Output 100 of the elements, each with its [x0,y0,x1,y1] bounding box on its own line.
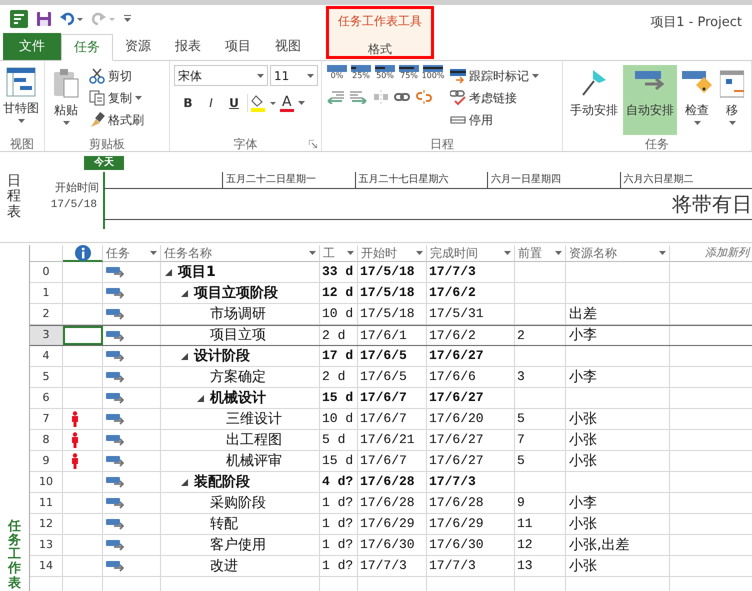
caret-icon [62,121,70,125]
customize-icon[interactable] [124,14,132,22]
percent-complete-button[interactable]: 50% [374,65,396,80]
bold-button[interactable]: B [178,94,198,112]
percent-complete-button[interactable]: 0% [326,65,348,80]
row-number[interactable]: 14 [30,556,63,576]
paintbrush-icon [89,112,105,128]
finish-date: 17/6/30 [429,536,484,554]
ribbon-button[interactable]: 检查 [679,65,715,135]
percent-complete-button[interactable]: 100% [422,65,444,80]
collapse-arrow-icon[interactable] [181,478,188,486]
caret-icon [728,121,736,125]
row-number[interactable]: 2 [30,304,63,324]
task-name: 机械设计 [210,388,266,408]
file-tab[interactable]: 文件 [3,33,61,60]
row-number[interactable]: 9 [30,451,63,471]
ribbon-tab[interactable]: 格式 [360,38,400,60]
underline-button[interactable]: U [224,94,244,112]
collapse-arrow-icon[interactable] [181,352,188,360]
finish-date: 17/6/27 [429,431,484,450]
row-number[interactable]: 13 [30,535,63,555]
collapse-arrow-icon[interactable] [181,290,188,296]
italic-button[interactable]: I [201,94,221,112]
resource-name: 小张 [569,452,597,470]
outdent-icon[interactable] [326,90,344,104]
timeline-bar: 将带有日 [103,188,752,220]
row-number[interactable]: 5 [30,367,63,387]
undo-icon[interactable] [60,12,84,26]
row-number[interactable]: 7 [30,409,63,429]
finish-date: 17/5/31 [429,305,484,324]
dialog-launcher-icon[interactable] [309,140,317,148]
resource-name: 小李 [569,368,597,386]
percent-complete-button[interactable]: 75% [398,65,420,80]
collapse-arrow-icon[interactable] [197,394,204,402]
ribbon-button[interactable]: 剪切 [87,65,146,87]
progress-bar-icon [423,65,443,72]
row-number[interactable]: 0 [30,262,63,282]
progress-bar-icon [399,65,419,72]
column-header[interactable]: 工 [320,245,358,262]
caret-icon [416,251,423,255]
ribbon-tab[interactable]: 报表 [163,33,213,60]
clipboard-icon [52,67,80,99]
predecessor-value: 5 [517,410,525,428]
save-icon[interactable] [36,10,52,26]
row-number[interactable]: 6 [30,388,63,408]
caret-icon [135,96,142,100]
task-mode-icon [106,497,124,509]
font-size-field[interactable]: 11 [270,65,318,86]
ribbon-tab[interactable]: 项目 [213,33,263,60]
indicator-cell[interactable] [63,326,103,345]
ribbon-button[interactable]: 跟踪时标记 [448,65,541,87]
row-number[interactable]: 1 [30,283,63,303]
column-header[interactable]: 开始时 [358,245,427,262]
ribbon-tab[interactable]: 资源 [113,33,163,60]
row-number[interactable]: 12 [30,514,63,534]
duration-value: 33 d [322,263,354,282]
ribbon-button[interactable]: 停用 [448,109,541,131]
duration-value: 10 d [322,410,354,428]
collapse-arrow-icon[interactable] [165,268,172,276]
ribbon-button[interactable]: 自动安排 [623,65,677,135]
ribbon-button[interactable]: 手动安排 [567,65,621,135]
column-header[interactable]: 任务 [103,245,161,262]
column-header[interactable]: 前置 [515,245,566,262]
app-logo-icon[interactable] [10,10,28,28]
ribbon-tab[interactable]: 任务 [61,34,113,61]
start-date: 17/6/5 [360,368,407,386]
task-mode-icon [106,476,124,488]
link-icon[interactable] [394,92,410,102]
duration-value: 1 d? [322,536,354,554]
finish-date: 17/6/27 [429,389,484,408]
column-header[interactable] [63,245,103,262]
ribbon-button[interactable]: 甘特图 [0,65,42,135]
column-header[interactable]: 添加新列 [670,245,752,262]
column-header[interactable]: 任务名称 [161,245,320,262]
column-header[interactable]: 资源名称 [566,245,670,262]
ribbon-button[interactable]: 移 [717,65,747,135]
link-check-icon [450,90,466,106]
ribbon-button[interactable]: 粘贴 [49,65,83,135]
unlink-icon[interactable] [416,90,432,104]
row-number[interactable]: 4 [30,346,63,366]
indent-icon[interactable] [350,90,368,104]
caret-icon [257,74,264,78]
duration-value: 10 d [322,305,354,324]
ribbon-button[interactable]: 考虑链接 [448,87,541,109]
task-name: 改进 [210,556,238,576]
row-number[interactable]: 11 [30,493,63,513]
row-number[interactable]: 10 [30,472,63,492]
row-number[interactable]: 8 [30,430,63,450]
ribbon-button[interactable]: 复制 [87,87,146,109]
font-color-button[interactable]: A [280,94,316,112]
ribbon-button[interactable]: 格式刷 [87,109,146,131]
percent-complete-button[interactable]: 25% [350,65,372,80]
task-name: 设计阶段 [194,346,250,366]
predecessor-value: 5 [517,452,525,470]
progress-bar-icon [351,65,371,72]
font-name-field[interactable]: 宋体 [174,65,268,86]
ribbon-tab[interactable]: 视图 [263,33,313,60]
fill-color-icon[interactable] [251,94,277,112]
column-header[interactable]: 完成时间 [427,245,515,262]
row-number[interactable]: 3 [30,326,63,345]
